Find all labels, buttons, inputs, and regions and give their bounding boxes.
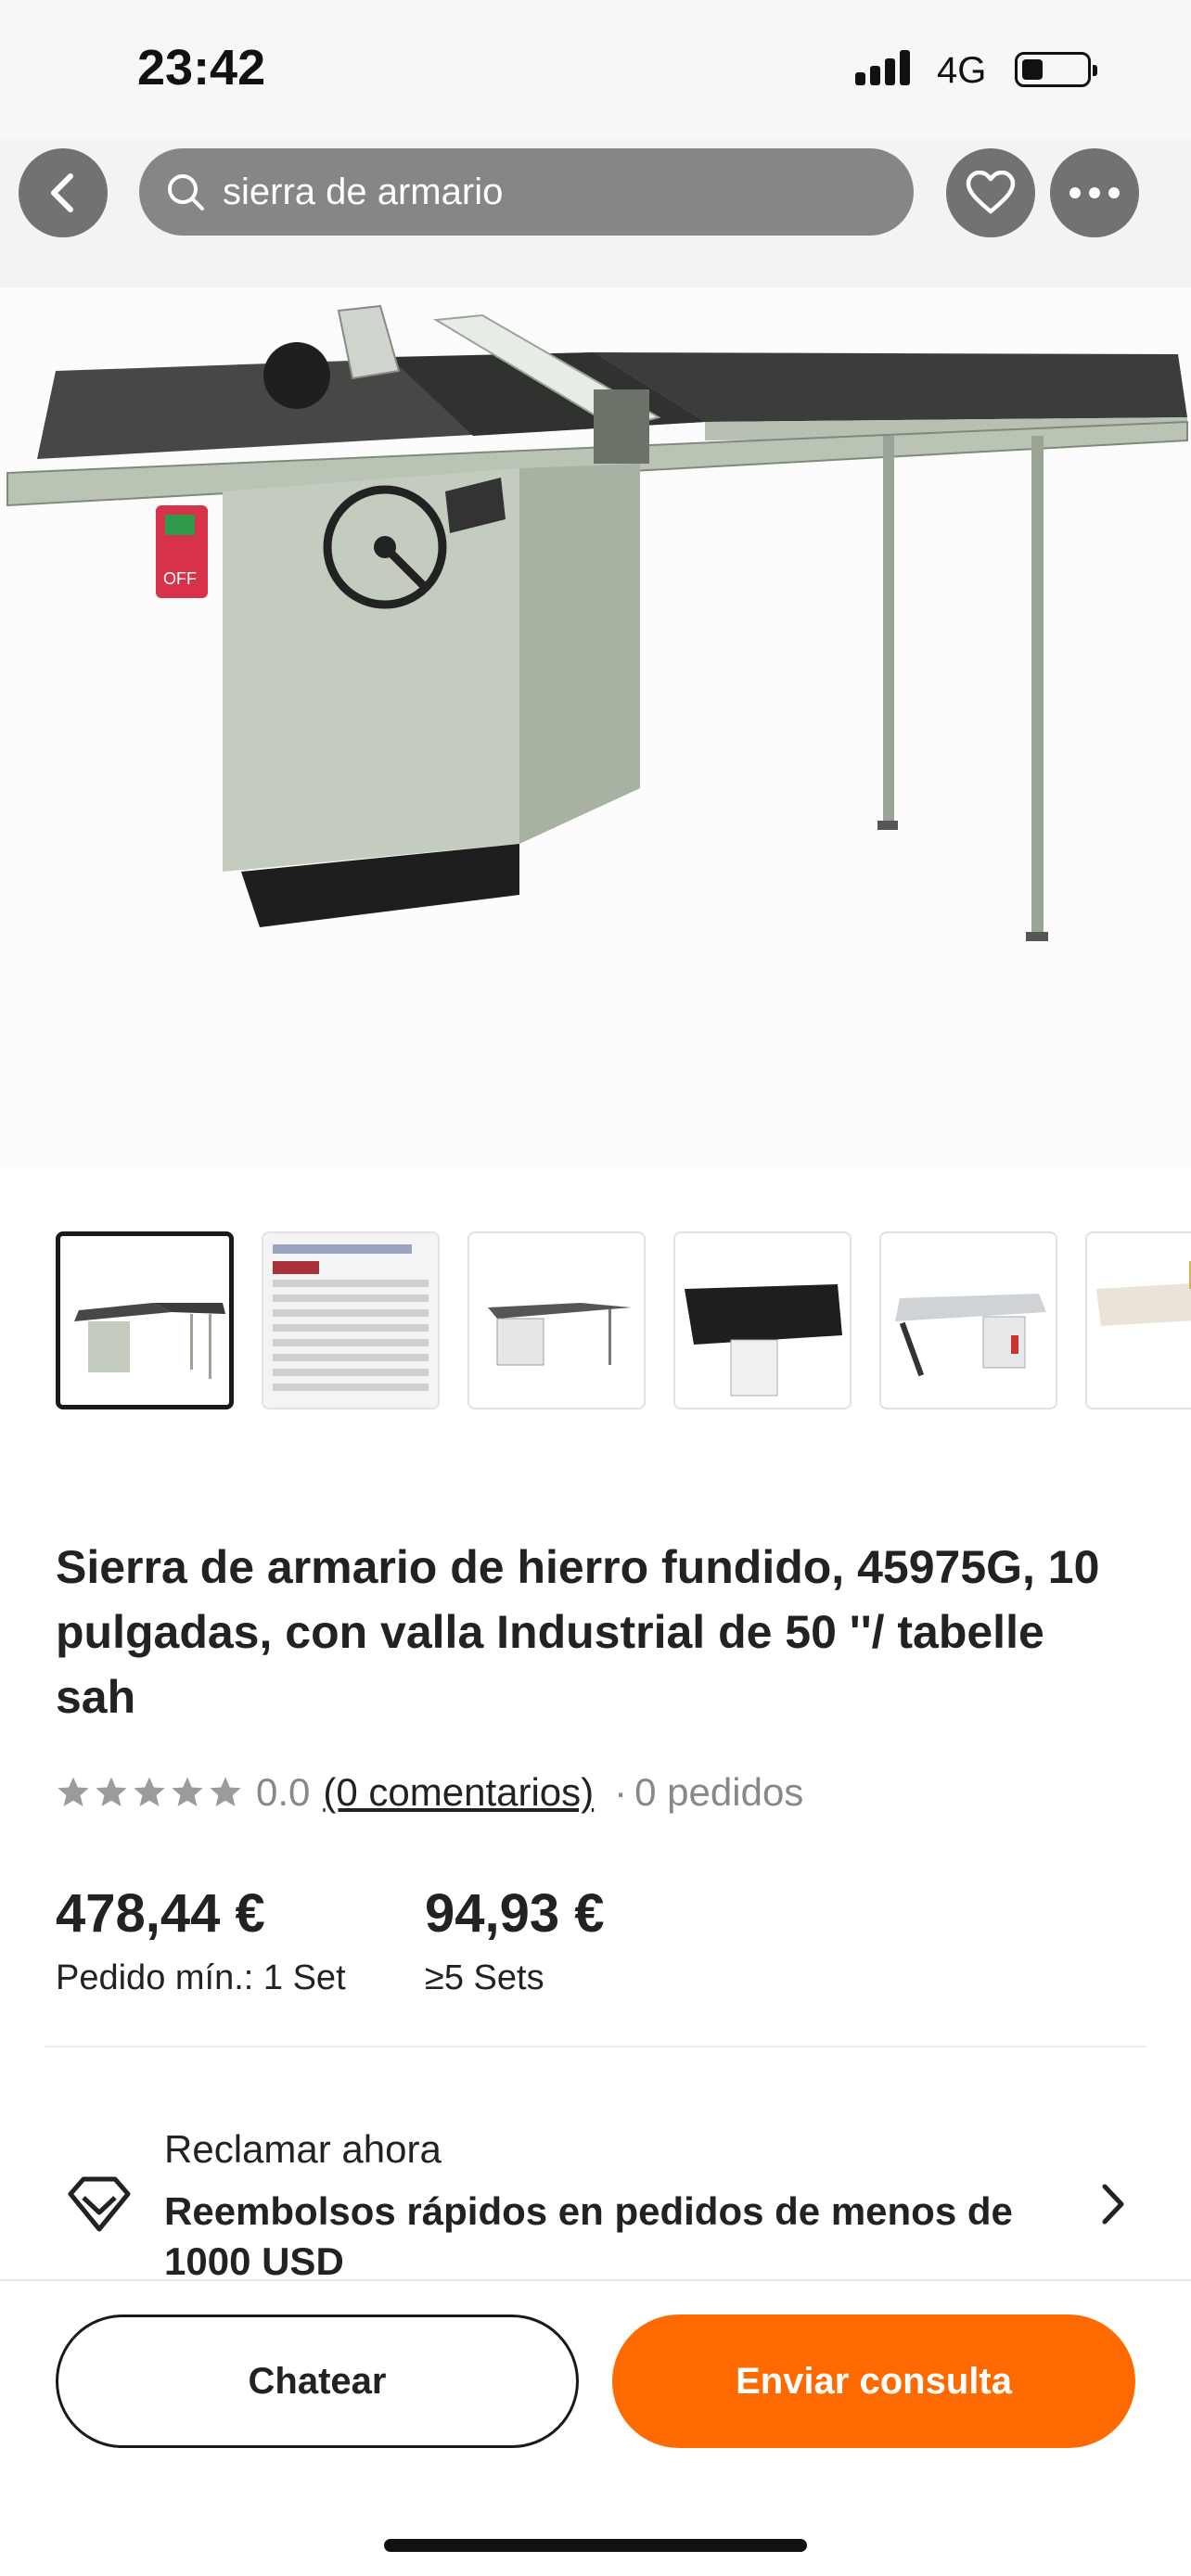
price-tier-2: 94,93 € — [425, 1883, 605, 1944]
reviews-link[interactable]: (0 comentarios) — [323, 1770, 594, 1815]
signal-icon — [855, 48, 920, 85]
star-icon — [134, 1777, 165, 1807]
chat-button[interactable]: Chatear — [56, 2315, 579, 2448]
thumbnail-2[interactable] — [262, 1231, 440, 1409]
price-tier-1: 478,44 € — [56, 1883, 265, 1944]
divider — [45, 2046, 1146, 2047]
separator-dot: · — [614, 1770, 628, 1814]
product-main-image[interactable]: OFF — [0, 139, 1191, 1168]
thumbnail-3[interactable] — [467, 1231, 646, 1409]
heart-icon — [966, 171, 1016, 214]
status-bar: 23:42 4G — [0, 0, 1191, 139]
orders-count: 0 pedidos — [634, 1770, 804, 1814]
star-rating — [56, 1775, 243, 1810]
network-label: 4G — [937, 50, 987, 91]
rating-row: 0.0 (0 comentarios) · 0 pedidos — [56, 1766, 803, 1818]
send-inquiry-button[interactable]: Enviar consulta — [612, 2315, 1135, 2448]
price-tier-2-condition: ≥5 Sets — [425, 1958, 544, 1997]
back-button[interactable] — [19, 148, 108, 237]
search-icon — [168, 174, 204, 210]
home-indicator[interactable] — [384, 2539, 807, 2552]
status-time: 23:42 — [137, 40, 266, 96]
thumbnail-5[interactable] — [879, 1231, 1057, 1409]
favorite-button[interactable] — [946, 148, 1035, 237]
chevron-right-icon[interactable] — [1097, 2181, 1129, 2227]
back-arrow-icon — [51, 173, 73, 212]
thumbnail-4[interactable] — [673, 1231, 852, 1409]
search-input[interactable]: sierra de armario — [139, 148, 914, 236]
more-button[interactable] — [1050, 148, 1139, 237]
promo-description[interactable]: Reembolsos rápidos en pedidos de menos d… — [164, 2187, 1036, 2287]
thumbnail-1[interactable] — [56, 1231, 234, 1409]
thumbnail-strip — [56, 1231, 1191, 1409]
battery-icon — [1015, 52, 1097, 87]
star-icon — [172, 1777, 203, 1807]
search-query: sierra de armario — [223, 171, 504, 212]
star-icon — [58, 1777, 89, 1807]
star-icon — [96, 1777, 127, 1807]
thumbnail-6[interactable] — [1085, 1231, 1191, 1409]
rating-value: 0.0 — [256, 1770, 311, 1814]
diamond-icon — [68, 2176, 131, 2232]
star-icon — [210, 1777, 241, 1807]
product-title: Sierra de armario de hierro fundido, 459… — [56, 1541, 1100, 1723]
promo-label[interactable]: Reclamar ahora — [164, 2127, 442, 2172]
more-dots-icon — [1069, 187, 1120, 198]
price-tier-1-condition: Pedido mín.: 1 Set — [56, 1958, 346, 1997]
svg-text:OFF: OFF — [163, 569, 197, 588]
